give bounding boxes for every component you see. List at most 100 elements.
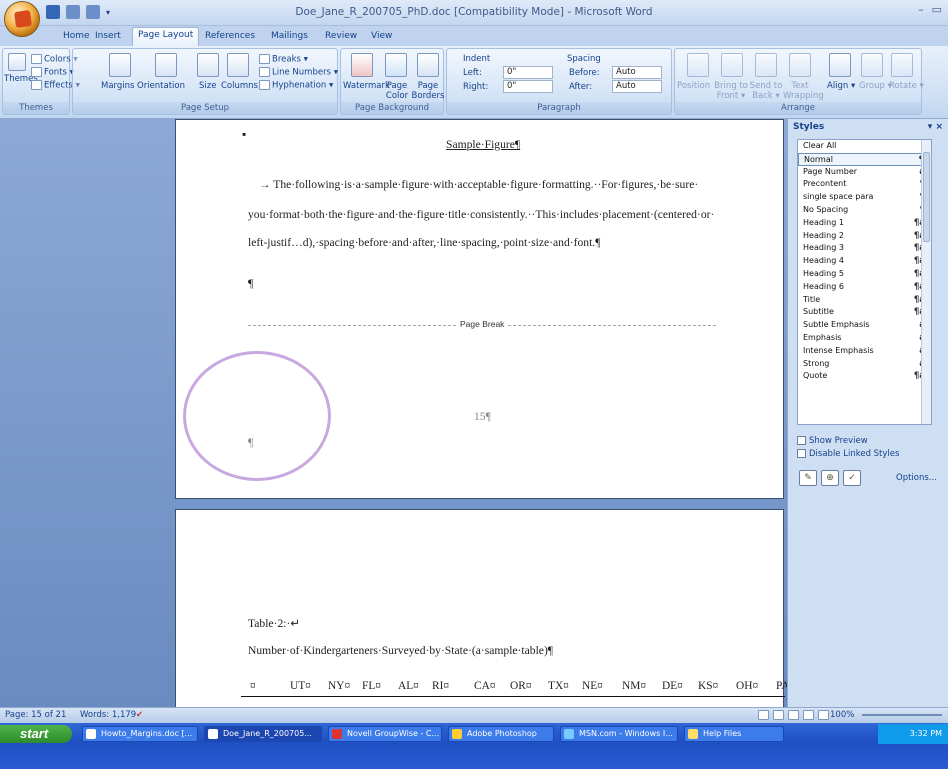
print-layout-icon[interactable]	[758, 710, 769, 720]
styles-scroll-thumb[interactable]	[923, 152, 930, 242]
clock[interactable]: 3:32 PM	[910, 729, 942, 738]
tab-page-layout[interactable]: Page Layout	[132, 27, 200, 46]
style-item[interactable]: Heading 6 ¶a	[798, 281, 931, 294]
restore-button[interactable]: ▭	[932, 3, 942, 16]
styles-pane-close-button[interactable]: ▾ ×	[928, 122, 943, 132]
themes-button[interactable]: Themes	[4, 74, 38, 84]
style-item-name: Strong	[803, 358, 830, 368]
bring-to-front-button[interactable]: Bring to Front ▾	[713, 81, 749, 101]
align-button[interactable]: Align ▾	[827, 81, 855, 91]
style-inspector-button[interactable]: ⊕	[821, 470, 839, 486]
style-item[interactable]: Subtle Emphasisa	[798, 319, 931, 332]
style-item[interactable]: Heading 1 ¶a	[798, 217, 931, 230]
style-item[interactable]: No Spacing¶	[798, 204, 931, 217]
style-item-name: Heading 1	[803, 217, 844, 227]
style-item[interactable]: Subtitle ¶a	[798, 306, 931, 319]
style-item[interactable]: single space para¶	[798, 191, 931, 204]
page-borders-button[interactable]: Page Borders	[411, 81, 445, 101]
tab-mailings[interactable]: Mailings	[266, 29, 313, 43]
styles-list-items: Clear All Normal¶Page NumberaPrecontent¶s…	[798, 140, 931, 383]
tab-insert[interactable]: Insert	[90, 29, 126, 43]
style-item[interactable]: Title ¶a	[798, 294, 931, 307]
bullet-mark: ▪	[242, 128, 247, 141]
fonts-button[interactable]: Fonts ▾	[31, 67, 74, 78]
document-workspace[interactable]: ▪ Sample·Figure¶ → The·following·is·a·sa…	[0, 119, 790, 722]
style-item[interactable]: Heading 3 ¶a	[798, 242, 931, 255]
style-item[interactable]: Heading 4 ¶a	[798, 255, 931, 268]
style-item-name: Heading 6	[803, 281, 844, 291]
document-page-2[interactable]: Table·2:·↵ Number·of·Kindergarteners·Sur…	[175, 509, 790, 722]
style-item[interactable]: Normal¶	[798, 152, 931, 166]
line-numbers-button[interactable]: Line Numbers ▾	[259, 67, 338, 78]
start-button[interactable]: start	[0, 725, 72, 743]
style-item[interactable]: Clear All	[798, 140, 931, 153]
minimize-button[interactable]: –	[918, 3, 924, 16]
themes-icon[interactable]	[8, 53, 26, 71]
colors-button[interactable]: Colors ▾	[31, 54, 78, 65]
position-icon	[687, 53, 709, 77]
tab-view[interactable]: View	[366, 29, 397, 43]
disable-linked-styles-checkbox[interactable]: Disable Linked Styles	[797, 449, 899, 459]
show-preview-box[interactable]	[797, 436, 806, 445]
size-button[interactable]: Size	[199, 81, 216, 91]
style-item[interactable]: Heading 2 ¶a	[798, 230, 931, 243]
taskbar-item-howto[interactable]: Howto_Margins.doc [...	[82, 726, 198, 742]
manage-styles-button[interactable]: ✓	[843, 470, 861, 486]
zoom-slider[interactable]	[862, 714, 942, 716]
style-item[interactable]: Intense Emphasisa	[798, 345, 931, 358]
options-link[interactable]: Options...	[896, 473, 937, 483]
taskbar-item-label: Adobe Photoshop	[467, 729, 537, 738]
columns-icon	[227, 53, 249, 77]
effects-icon	[31, 80, 42, 90]
taskbar-item-photoshop[interactable]: Adobe Photoshop	[448, 726, 554, 742]
fonts-label: Fonts ▾	[44, 67, 74, 78]
style-item[interactable]: Heading 5 ¶a	[798, 268, 931, 281]
styles-scrollbar[interactable]	[921, 140, 931, 424]
hyphenation-button[interactable]: Hyphenation ▾	[259, 80, 333, 91]
show-preview-checkbox[interactable]: Show Preview	[797, 436, 868, 446]
spacing-after-input[interactable]: Auto	[612, 80, 662, 93]
breaks-button[interactable]: Breaks ▾	[259, 54, 308, 65]
position-button[interactable]: Position	[677, 81, 710, 91]
zoom-level[interactable]: 100%	[830, 708, 854, 723]
indent-right-input[interactable]: 0"	[503, 80, 553, 93]
taskbar-item-help-files[interactable]: Help Files	[684, 726, 784, 742]
draft-icon[interactable]	[818, 710, 829, 720]
margins-button[interactable]: Margins	[101, 81, 134, 91]
web-layout-icon[interactable]	[788, 710, 799, 720]
style-item-name: Page Number	[803, 166, 858, 176]
tab-references[interactable]: References	[200, 29, 260, 43]
style-item[interactable]: Emphasisa	[798, 332, 931, 345]
send-to-back-button[interactable]: Send to Back ▾	[749, 81, 783, 101]
style-item[interactable]: Precontent¶	[798, 178, 931, 191]
disable-linked-box[interactable]	[797, 449, 806, 458]
proofing-icon[interactable]: ✔	[136, 708, 143, 723]
styles-list[interactable]: Clear All Normal¶Page NumberaPrecontent¶s…	[797, 139, 932, 425]
style-item[interactable]: Quote ¶a	[798, 370, 931, 383]
watermark-icon	[351, 53, 373, 77]
indent-left-label: Left:	[463, 68, 482, 78]
new-style-button[interactable]: ✎	[799, 470, 817, 486]
outline-icon[interactable]	[803, 710, 814, 720]
taskbar-item-doe-jane[interactable]: Doe_Jane_R_200705...	[204, 726, 322, 742]
style-item[interactable]: Page Numbera	[798, 166, 931, 179]
word-count[interactable]: Words: 1,179	[80, 708, 136, 723]
full-screen-icon[interactable]	[773, 710, 784, 720]
page-count[interactable]: Page: 15 of 21	[5, 708, 66, 723]
indent-right-label: Right:	[463, 82, 489, 92]
line-numbers-label: Line Numbers ▾	[272, 67, 338, 78]
taskbar-item-msn[interactable]: MSN.com - Windows I...	[560, 726, 678, 742]
page-setup-group: Margins Orientation Size Columns Breaks …	[72, 48, 338, 115]
orientation-button[interactable]: Orientation	[137, 81, 185, 91]
paragraph-group-label: Paragraph	[447, 102, 671, 114]
indent-label: Indent	[463, 54, 491, 64]
style-item[interactable]: Stronga	[798, 358, 931, 371]
spacing-before-input[interactable]: Auto	[612, 66, 662, 79]
office-button[interactable]	[4, 1, 40, 37]
rotate-button[interactable]: Rotate ▾	[889, 81, 924, 91]
indent-left-input[interactable]: 0"	[503, 66, 553, 79]
tab-review[interactable]: Review	[320, 29, 362, 43]
group-button[interactable]: Group ▾	[859, 81, 892, 91]
taskbar-item-groupwise[interactable]: Novell GroupWise - C...	[328, 726, 442, 742]
columns-button[interactable]: Columns	[221, 81, 258, 91]
